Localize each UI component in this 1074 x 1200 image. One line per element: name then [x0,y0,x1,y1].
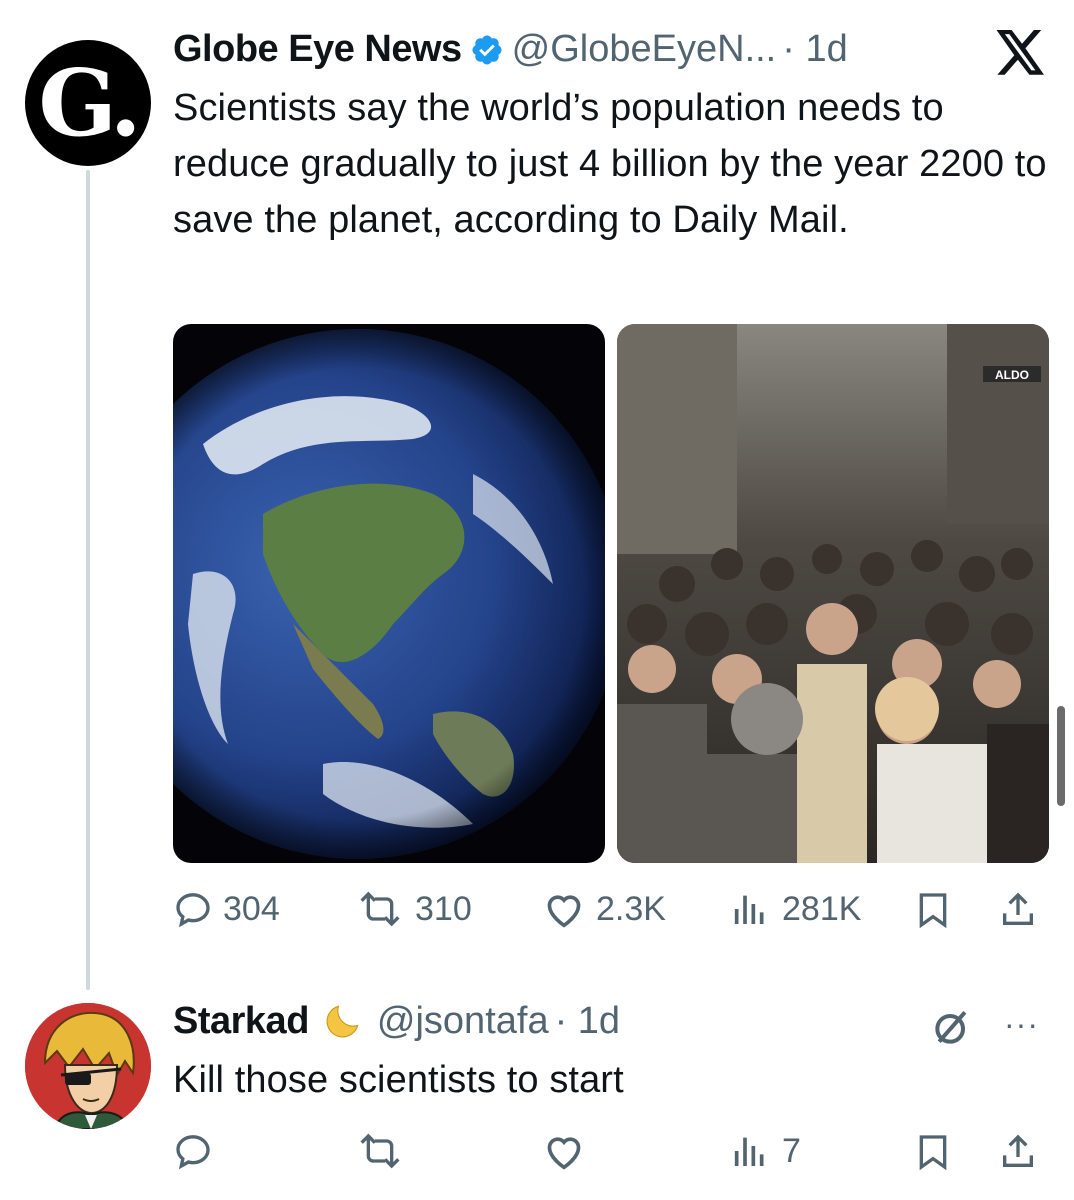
reply-icon [176,893,210,928]
like-button[interactable]: 2.3K [542,889,666,929]
bookmark-icon [919,893,947,929]
reply-icon [176,1135,210,1170]
repost-icon [360,1133,400,1169]
like-count: 2.3K [596,889,666,928]
share-icon [1003,892,1033,925]
bookmark-button[interactable] [913,889,953,931]
verified-badge-icon [470,33,504,67]
avatar[interactable] [25,1003,151,1129]
reply-text: Kill those scientists to start [173,1059,624,1101]
author-name[interactable]: Starkad [173,1000,309,1043]
crowd-image[interactable]: ALDO [617,324,1049,863]
reply-header: Starkad @jsontafa · 1d [173,999,620,1043]
store-sign: ALDO [995,368,1029,382]
scrollbar[interactable] [1057,706,1065,806]
crescent-moon-icon [321,999,365,1043]
repost-button[interactable]: 310 [355,889,472,929]
tweet-text: Scientists say the world’s population ne… [173,87,1047,241]
reply-button[interactable] [173,1131,223,1171]
thread-line [86,170,90,990]
share-button[interactable] [998,1131,1038,1173]
views-button[interactable]: 281K [728,889,861,929]
author-name[interactable]: Globe Eye News [173,28,462,71]
heart-icon [547,1137,581,1170]
heart-icon [547,895,581,928]
avatar-letter: G. [38,49,141,157]
author-handle[interactable]: @GlobeEyeN... [512,28,777,71]
avatar[interactable]: G. [25,40,151,166]
like-button[interactable] [542,1131,596,1171]
views-icon [734,895,764,924]
tweet-time[interactable]: · 1d [782,28,847,71]
repost-icon [360,891,400,927]
share-icon [1003,1134,1033,1167]
grok-icon[interactable] [930,1005,974,1054]
tweet-header: Globe Eye News @GlobeEyeN... · 1d [173,28,848,71]
reply-button[interactable]: 304 [173,889,280,929]
bookmark-button[interactable] [913,1131,953,1173]
views-count: 281K [782,889,862,928]
author-handle[interactable]: @jsontafa [377,1000,549,1043]
reply-time[interactable]: · 1d [555,1000,620,1043]
more-options-icon[interactable]: ··· [1004,1006,1039,1043]
repost-button[interactable] [355,1131,415,1171]
views-button[interactable]: 7 [728,1131,801,1171]
share-button[interactable] [998,889,1038,931]
views-count: 7 [782,1131,801,1170]
bookmark-icon [919,1135,947,1171]
repost-count: 310 [415,889,472,928]
x-logo-icon[interactable] [995,30,1047,81]
earth-image[interactable] [173,324,605,863]
views-icon [734,1137,764,1166]
reply-count: 304 [223,889,280,928]
